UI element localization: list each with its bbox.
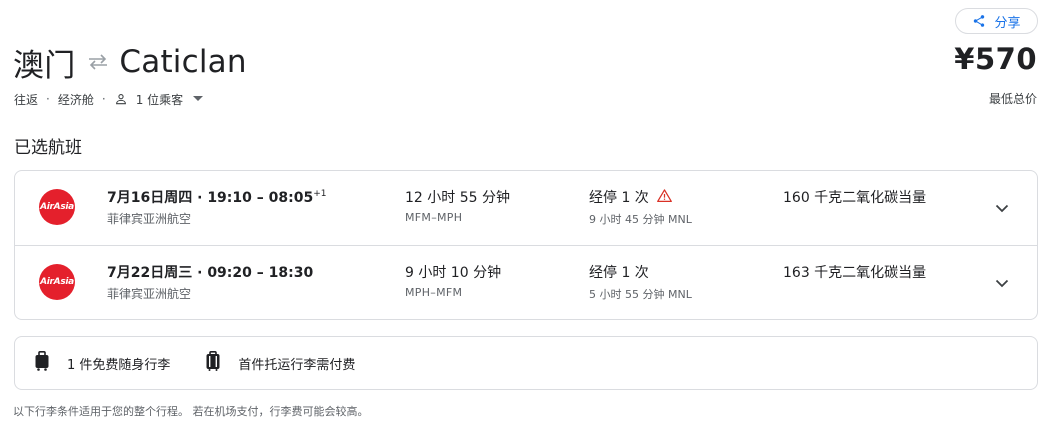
airline-name: 菲律宾亚洲航空: [107, 287, 192, 301]
share-icon: [972, 14, 986, 28]
carry-on-label: 1 件免费随身行李: [67, 357, 171, 373]
cabin-class: 经济舱: [57, 92, 94, 107]
route-title: 澳门 Caticlan: [13, 40, 247, 84]
warning-icon[interactable]: [656, 188, 672, 206]
airasia-logo: AirAsia: [39, 189, 75, 225]
section-title: 已选航班: [14, 138, 82, 158]
flight-times: 7月16日周四 · 19:10 – 08:05+1: [107, 189, 327, 206]
carry-on-bag-item: 1 件免费随身行李: [35, 351, 170, 375]
flight-airports: MFM–MPH: [405, 211, 463, 224]
co2-emissions: 163 千克二氧化碳当量: [783, 265, 927, 281]
dropdown-caret-icon[interactable]: [193, 96, 204, 102]
trip-type: 往返: [14, 92, 39, 107]
flight-stops: 经停 1 次: [589, 187, 672, 207]
expand-chevron-icon[interactable]: [991, 197, 1013, 219]
flight-row-return[interactable]: AirAsia 7月22日周三 · 09:20 – 18:30 菲律宾亚洲航空 …: [15, 246, 1037, 319]
flight-airports: MPH–MFM: [405, 286, 463, 299]
carry-on-bag-icon: [35, 351, 67, 375]
baggage-info: 1 件免费随身行李 首件托运行李需付费: [14, 336, 1038, 390]
flight-duration: 9 小时 10 分钟: [405, 265, 502, 281]
airline-name: 菲律宾亚洲航空: [107, 212, 192, 226]
checked-bag-icon: [206, 351, 238, 375]
checked-bag-item: 首件托运行李需付费: [206, 351, 355, 375]
origin-city: 澳门: [13, 47, 76, 84]
share-label: 分享: [994, 15, 1021, 31]
flight-times: 7月22日周三 · 09:20 – 18:30: [107, 265, 314, 281]
total-price: ¥570: [954, 42, 1037, 76]
checked-bag-label: 首件托运行李需付费: [238, 357, 356, 373]
layover-info: 5 小时 55 分钟 MNL: [589, 288, 692, 301]
baggage-footnote: 以下行李条件适用于您的整个行程。 若在机场支付，行李费可能会较高。: [13, 405, 369, 418]
expand-chevron-icon[interactable]: [991, 272, 1013, 294]
flight-row-outbound[interactable]: AirAsia 7月16日周四 · 19:10 – 08:05+1 菲律宾亚洲航…: [15, 171, 1037, 246]
trip-meta: 往返 · 经济舱 · 1 位乘客: [14, 89, 204, 109]
passenger-selector[interactable]: 1 位乘客: [136, 91, 183, 108]
share-button[interactable]: 分享: [955, 8, 1038, 34]
person-icon: [114, 92, 128, 106]
destination-city: Caticlan: [119, 44, 247, 80]
round-trip-arrows-icon: [87, 54, 109, 70]
flight-stops: 经停 1 次: [589, 265, 649, 281]
co2-emissions: 160 千克二氧化碳当量: [783, 190, 927, 206]
layover-info: 9 小时 45 分钟 MNL: [589, 213, 692, 226]
flight-duration: 12 小时 55 分钟: [405, 190, 510, 206]
airasia-logo: AirAsia: [39, 264, 75, 300]
separator-dot: ·: [101, 92, 106, 106]
day-offset: +1: [313, 189, 327, 199]
separator-dot: ·: [46, 92, 50, 106]
price-label: 最低总价: [988, 92, 1037, 106]
selected-flights-list: AirAsia 7月16日周四 · 19:10 – 08:05+1 菲律宾亚洲航…: [14, 170, 1038, 320]
